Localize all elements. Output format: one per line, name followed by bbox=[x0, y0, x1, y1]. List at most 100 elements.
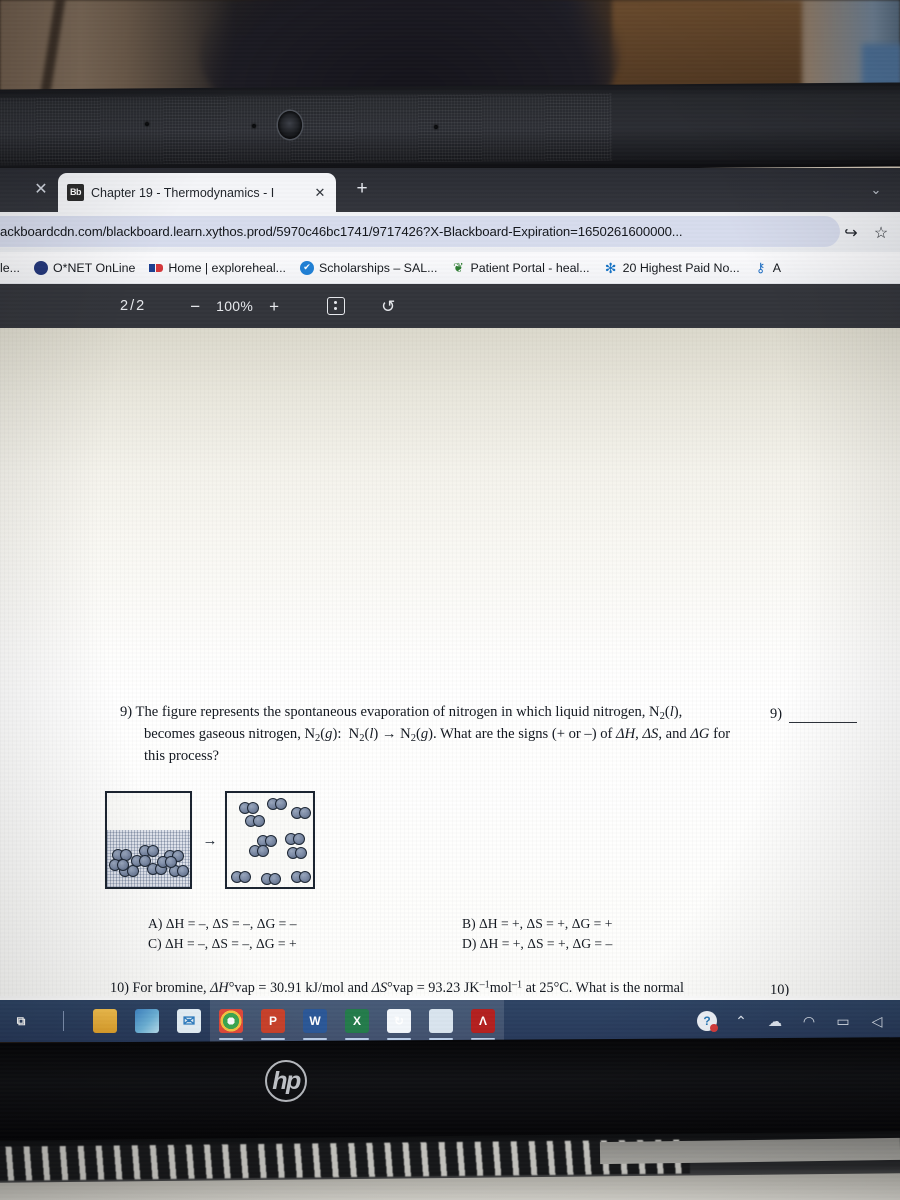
bookmark-item-truncated[interactable]: ⚷ A bbox=[747, 252, 788, 283]
excel-icon[interactable]: X bbox=[336, 1000, 378, 1042]
adobe-reader-icon[interactable]: Λ bbox=[462, 1000, 504, 1042]
patient-portal-icon: ❦ bbox=[452, 260, 464, 275]
share-icon[interactable]: ↪ bbox=[840, 222, 862, 244]
browser-tab-chapter19[interactable]: Bb Chapter 19 - Thermodynamics - I ✕ bbox=[58, 173, 336, 212]
microphone-icon bbox=[145, 122, 149, 126]
pdf-viewer-toolbar: 2 / 2 − 100% + ↺ bbox=[0, 284, 900, 328]
fit-page-icon[interactable] bbox=[327, 297, 346, 315]
bookmark-item-exploreheal[interactable]: Home | exploreheal... bbox=[142, 252, 293, 283]
chevron-down-icon[interactable]: ⌄ bbox=[866, 182, 886, 198]
address-bar-row: ackboardcdn.com/blackboard.learn.xythos.… bbox=[0, 212, 900, 252]
question-9-choice-d[interactable]: D) ΔH = +, ΔS = +, ΔG = – bbox=[462, 934, 612, 954]
explorehealth-icon bbox=[149, 261, 164, 275]
laptop-bottom-bezel bbox=[0, 1037, 900, 1141]
bookmark-item-scholarships[interactable]: ✔ Scholarships – SAL... bbox=[293, 252, 444, 283]
keyboard-keys bbox=[0, 1139, 691, 1181]
pdf-page-canvas[interactable]: 9) The figure represents the spontaneous… bbox=[0, 328, 900, 996]
answer-blank-line[interactable] bbox=[796, 986, 864, 996]
question-9-text: 9) The figure represents the spontaneous… bbox=[120, 704, 731, 765]
zoom-level-label: 100% bbox=[216, 298, 254, 314]
question-9-number: 9) bbox=[120, 704, 133, 720]
help-icon[interactable]: ? bbox=[692, 1000, 722, 1042]
paid-nurses-icon: ✻ bbox=[604, 259, 617, 276]
mail-icon[interactable]: ✉ bbox=[168, 1000, 210, 1042]
browser-tab-title: Chapter 19 - Thermodynamics - I bbox=[91, 185, 275, 200]
zoom-out-button[interactable]: − bbox=[180, 298, 210, 315]
microphone-icon bbox=[252, 124, 256, 128]
photos-icon[interactable] bbox=[126, 1000, 168, 1042]
nitrogen-evaporation-figure: → bbox=[105, 791, 315, 891]
nitrogen-molecule bbox=[291, 807, 313, 819]
pdf-page-paper bbox=[0, 328, 900, 996]
room-rail bbox=[39, 0, 67, 101]
nitrogen-molecule bbox=[157, 856, 179, 868]
bookmark-label: A bbox=[772, 260, 781, 275]
word-icon[interactable]: W bbox=[294, 1000, 336, 1042]
question-10-answer-blank[interactable]: 10) bbox=[770, 982, 864, 996]
help-notification-badge bbox=[710, 1024, 718, 1032]
nitrogen-molecule bbox=[291, 871, 313, 883]
nitrogen-molecule bbox=[261, 873, 283, 885]
nitrogen-molecule bbox=[287, 847, 309, 859]
bookmark-item-paid-nurses[interactable]: ✻ A 20 Highest Paid No... bbox=[597, 252, 747, 283]
nitrogen-molecule bbox=[131, 855, 153, 867]
question-9-choice-b[interactable]: B) ΔH = +, ΔS = +, ΔG = + bbox=[462, 914, 612, 934]
bookmark-item-patient-portal[interactable]: ❦ Patient Portal - heal... bbox=[444, 252, 596, 283]
new-tab-button[interactable]: + bbox=[350, 178, 374, 202]
bookmark-label: le... bbox=[0, 260, 20, 275]
laptop-photo: ✕ Bb Chapter 19 - Thermodynamics - I ✕ +… bbox=[0, 0, 900, 1200]
rotate-icon[interactable]: ↺ bbox=[371, 298, 405, 315]
bookmark-label: O*NET OnLine bbox=[52, 260, 136, 275]
laptop-screen: ✕ Bb Chapter 19 - Thermodynamics - I ✕ +… bbox=[0, 168, 900, 1042]
nitrogen-molecule bbox=[285, 833, 307, 845]
pdf-total-pages: 2 bbox=[136, 298, 147, 314]
laptop-top-bezel bbox=[0, 82, 900, 174]
question-9-answer-blank[interactable]: 9) bbox=[770, 706, 857, 723]
reaction-arrow-icon: → bbox=[202, 832, 218, 849]
bezel-texture bbox=[0, 92, 613, 166]
bookmark-item[interactable]: le... bbox=[0, 252, 27, 283]
pdf-current-page[interactable]: 2 bbox=[120, 298, 130, 314]
bookmark-star-icon[interactable]: ☆ bbox=[870, 222, 892, 244]
zoom-in-button[interactable]: + bbox=[259, 298, 289, 315]
nitrogen-molecule bbox=[249, 845, 271, 857]
task-view-icon[interactable]: ⧉ bbox=[0, 1000, 42, 1042]
laptop-hinge-bar bbox=[599, 1137, 900, 1165]
onet-icon bbox=[33, 260, 48, 275]
calculator-icon[interactable] bbox=[420, 1000, 462, 1042]
address-bar-url[interactable]: ackboardcdn.com/blackboard.learn.xythos.… bbox=[0, 224, 835, 239]
bookmark-label: Scholarships – SAL... bbox=[318, 260, 438, 275]
bookmarks-bar: le... O*NET OnLine Home | exploreheal...… bbox=[0, 252, 900, 284]
onedrive-icon[interactable]: ☁ bbox=[760, 1000, 790, 1042]
system-tray: ? ⌃ ☁ ◠ ▭ ◁ bbox=[692, 1000, 900, 1042]
webcam-icon bbox=[278, 111, 302, 139]
app-icon[interactable]: ↻ bbox=[378, 1000, 420, 1042]
close-icon[interactable]: ✕ bbox=[312, 185, 328, 201]
chrome-icon[interactable] bbox=[210, 1000, 252, 1042]
key-icon: ⚷ bbox=[755, 260, 766, 275]
question-10-number: 10) bbox=[110, 980, 129, 996]
bookmark-label: 20 Highest Paid No... bbox=[622, 260, 740, 275]
nitrogen-molecule bbox=[239, 802, 261, 814]
windows-taskbar: ⧉ ✉ P W X ↻ Λ ? ⌃ ☁ ◠ ▭ ◁ bbox=[0, 1000, 900, 1042]
liquid-nitrogen-container bbox=[105, 791, 192, 889]
nitrogen-molecule bbox=[231, 871, 253, 883]
hp-logo: hp bbox=[265, 1060, 307, 1102]
powerpoint-icon[interactable]: P bbox=[252, 1000, 294, 1042]
bookmark-label: Patient Portal - heal... bbox=[470, 260, 590, 275]
bookmark-item-onet[interactable]: O*NET OnLine bbox=[27, 252, 142, 283]
nitrogen-molecule bbox=[109, 859, 131, 871]
battery-icon[interactable]: ▭ bbox=[828, 1000, 858, 1042]
left-edge-tab-close-icon[interactable]: ✕ bbox=[30, 179, 52, 201]
volume-icon[interactable]: ◁ bbox=[862, 1000, 892, 1042]
question-9-choice-a[interactable]: A) ΔH = –, ΔS = –, ΔG = – bbox=[148, 914, 297, 934]
question-10-text: 10) For bromine, ΔH°vap = 30.91 kJ/mol a… bbox=[110, 979, 684, 996]
show-hidden-icons-chevron[interactable]: ⌃ bbox=[726, 1000, 756, 1042]
file-explorer-icon[interactable] bbox=[84, 1000, 126, 1042]
answer-blank-number: 10) bbox=[770, 982, 790, 996]
question-9-choice-c[interactable]: C) ΔH = –, ΔS = –, ΔG = + bbox=[148, 934, 297, 954]
answer-blank-line[interactable] bbox=[789, 710, 857, 723]
taskbar-divider bbox=[42, 1000, 84, 1042]
microphone-icon bbox=[434, 125, 438, 129]
wifi-icon[interactable]: ◠ bbox=[794, 1000, 824, 1042]
